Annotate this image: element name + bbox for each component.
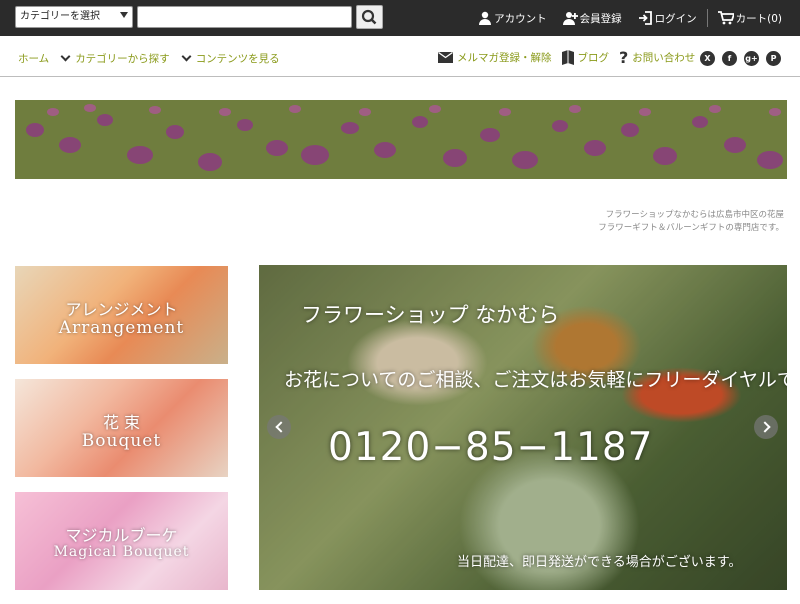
chevron-down-icon: [181, 51, 192, 62]
register-label: 会員登録: [579, 12, 622, 25]
hero-phone-number: 0120−85−1187: [328, 425, 654, 470]
chevron-down-icon: [60, 51, 71, 62]
search-button[interactable]: [356, 5, 383, 29]
tile-arrangement[interactable]: アレンジメント Arrangement: [15, 266, 228, 364]
contact-link[interactable]: ? お問い合わせ: [619, 47, 696, 67]
mail-icon: [438, 52, 453, 63]
nav-category-label: カテゴリーから探す: [75, 53, 170, 65]
cart-label: カート(0): [735, 12, 782, 25]
chevron-down-icon: [120, 12, 128, 18]
facebook-icon[interactable]: f: [722, 51, 737, 66]
login-label: ログイン: [654, 12, 697, 25]
user-icon: [479, 11, 492, 25]
tile-bouquet-jp: 花 束: [102, 413, 141, 432]
mailmag-label: メルマガ登録・解除: [457, 52, 552, 64]
slider-prev-button[interactable]: [267, 415, 291, 439]
cart-link[interactable]: カート(0): [717, 11, 782, 26]
tile-arrangement-jp: アレンジメント: [65, 300, 178, 319]
hero-title: フラワーショップ なかむら: [301, 303, 560, 327]
poppy-field-graphic: [15, 100, 787, 179]
tile-magical-bouquet-en: Magical Bouquet: [53, 544, 190, 560]
category-select[interactable]: カテゴリーを選択: [15, 6, 133, 28]
blog-label: ブログ: [577, 52, 610, 64]
x-twitter-icon[interactable]: X: [700, 51, 715, 66]
register-link[interactable]: 会員登録: [562, 11, 622, 26]
tile-bouquet[interactable]: 花 束 Bouquet: [15, 379, 228, 477]
top-bar: カテゴリーを選択 アカウント 会員登録 ログイン カート(0): [0, 0, 800, 36]
nav-contents-label: コンテンツを見る: [195, 53, 280, 65]
hero-slider[interactable]: フラワーショップ なかむら お花についてのご相談、ご注文はお気軽にフリーダイヤル…: [259, 265, 787, 590]
contact-label: お問い合わせ: [632, 52, 696, 64]
cart-icon: [717, 11, 734, 25]
account-link[interactable]: アカウント: [478, 11, 547, 26]
hero-subtitle: お花についてのご相談、ご注文はお気軽にフリーダイヤルで！: [284, 369, 787, 391]
account-label: アカウント: [494, 12, 547, 25]
login-icon: [638, 11, 652, 25]
divider: [706, 9, 708, 27]
tile-arrangement-en: Arrangement: [58, 318, 185, 338]
tagline-line-1: フラワーショップなかむらは広島市中区の花屋: [605, 210, 784, 220]
nav-home[interactable]: ホーム: [18, 51, 49, 66]
book-icon: [561, 50, 574, 65]
search-icon: [361, 9, 377, 25]
nav-category[interactable]: カテゴリーから探す: [60, 51, 170, 66]
tile-magical-bouquet[interactable]: マジカルブーケ Magical Bouquet: [15, 492, 228, 590]
blog-link[interactable]: ブログ: [561, 50, 610, 65]
pinterest-icon[interactable]: P: [766, 51, 781, 66]
nav-bar: ホーム カテゴリーから探す コンテンツを見る メルマガ登録・解除 ブログ ? お…: [0, 36, 800, 77]
question-icon: ?: [619, 47, 629, 67]
mailmag-link[interactable]: メルマガ登録・解除: [438, 50, 552, 65]
shop-tagline: フラワーショップなかむらは広島市中区の花屋 フラワーギフト＆バルーンギフトの専門…: [540, 209, 784, 235]
login-link[interactable]: ログイン: [638, 11, 697, 26]
category-select-value: カテゴリーを選択: [20, 11, 100, 22]
user-plus-icon: [562, 12, 578, 25]
nav-home-label: ホーム: [18, 53, 50, 65]
slider-next-button[interactable]: [754, 415, 778, 439]
tagline-line-2: フラワーギフト＆バルーンギフトの専門店です。: [598, 223, 784, 233]
tile-magical-bouquet-jp: マジカルブーケ: [65, 526, 178, 545]
google-plus-icon[interactable]: g+: [744, 51, 759, 66]
nav-contents[interactable]: コンテンツを見る: [181, 51, 280, 66]
search-input[interactable]: [137, 6, 352, 28]
header-banner-image[interactable]: [15, 100, 787, 179]
hero-delivery-note: 当日配達、即日発送ができる場合がございます。: [457, 555, 742, 570]
tile-bouquet-en: Bouquet: [81, 431, 162, 451]
